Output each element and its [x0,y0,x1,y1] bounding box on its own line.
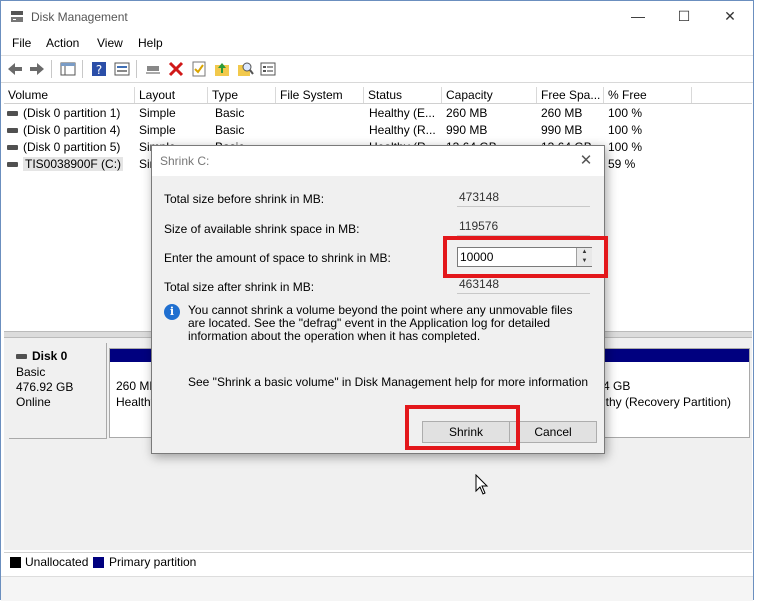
mouse-cursor-icon [475,474,489,495]
disk-status: Online [16,395,51,409]
volume-name: TIS0038900F (C:) [23,157,124,171]
info-message: You cannot shrink a volume beyond the po… [188,303,573,343]
volume-row[interactable]: (Disk 0 partition 4) Simple Basic Health… [4,122,752,139]
column-volume[interactable]: Volume [4,87,135,103]
partition-block[interactable]: 4 GB lthy (Recovery Partition) [584,348,750,438]
column-file-system[interactable]: File System [276,87,364,103]
forward-icon[interactable] [28,60,46,78]
volume-capacity: 990 MB [446,123,488,137]
folder-up-icon[interactable] [213,60,231,78]
available-shrink-label: Size of available shrink space in MB: [164,222,360,236]
svg-text:?: ? [96,63,102,77]
volume-name: (Disk 0 partition 4) [23,123,121,137]
list-view-icon[interactable] [113,60,131,78]
column-status[interactable]: Status [364,87,442,103]
delete-icon[interactable] [167,60,185,78]
minimize-button[interactable]: — [615,1,661,32]
window-title: Disk Management [31,10,128,24]
dialog-title-bar[interactable]: Shrink C: ✕ [152,146,604,176]
volume-type: Basic [215,123,245,137]
volume-percent-free: 59 % [608,157,636,171]
toolbar: ? [1,55,753,83]
legend: Unallocated Primary partition [4,552,752,573]
properties-grid-icon[interactable] [59,60,77,78]
drive-icon [7,162,18,168]
help-icon[interactable]: ? [90,60,108,78]
volume-percent-free: 100 % [608,123,643,137]
toolbar-separator [136,60,137,78]
drive-icon [7,111,18,117]
drive-icon [7,145,18,151]
column-free-space[interactable]: Free Spa... [537,87,604,103]
back-icon[interactable] [6,60,24,78]
volume-name: (Disk 0 partition 1) [23,106,121,120]
legend-primary-partition: Primary partition [109,555,197,569]
drive-icon [7,128,18,134]
menu-file[interactable]: File [12,36,31,50]
shrink-dialog: Shrink C: ✕ Total size before shrink in … [151,145,605,454]
menu-view[interactable]: View [97,36,123,50]
menu-action[interactable]: Action [46,36,79,50]
cancel-button[interactable]: Cancel [509,421,597,443]
available-shrink-value: 119576 [457,218,590,236]
column-percent-free[interactable]: % Free [604,87,692,103]
total-before-value: 473148 [457,189,590,207]
volume-list-header: Volume Layout Type File System Status Ca… [4,87,752,104]
dialog-close-icon[interactable]: ✕ [576,151,596,171]
dialog-title: Shrink C: [160,154,210,168]
highlight-box-shrink [405,405,520,450]
partition-status: lthy (Recovery Partition) [603,395,732,409]
help-link-text[interactable]: See "Shrink a basic volume" in Disk Mana… [188,375,588,389]
partition-type-bar [585,349,749,362]
volume-percent-free: 100 % [608,140,643,154]
unallocated-swatch [10,557,21,568]
search-icon[interactable] [236,60,254,78]
disk-size: 476.92 GB [16,380,74,394]
close-button[interactable]: ✕ [707,1,753,32]
menu-bar: File Action View Help [1,34,753,54]
shrink-amount-label: Enter the amount of space to shrink in M… [164,251,391,265]
partition-size: 4 GB [603,379,631,393]
total-after-value: 463148 [457,276,590,294]
volume-free-space: 990 MB [541,123,583,137]
volume-layout: Simple [139,106,176,120]
disk-type: Basic [16,365,46,379]
disk-management-icon [11,11,23,22]
info-icon: i [164,304,180,320]
settings-list-icon[interactable] [259,60,277,78]
legend-unallocated: Unallocated [25,555,89,569]
column-capacity[interactable]: Capacity [442,87,537,103]
volume-status: Healthy (E... [369,106,436,120]
connect-icon[interactable] [144,60,162,78]
total-after-label: Total size after shrink in MB: [164,280,315,294]
column-type[interactable]: Type [208,87,276,103]
highlight-box-amount [443,236,608,278]
maximize-button[interactable]: ☐ [661,1,707,32]
status-bar [1,576,753,601]
disk-name-row: Disk 0 [16,349,67,363]
drive-icon [16,354,27,360]
toolbar-separator [51,60,52,78]
volume-percent-free: 100 % [608,106,643,120]
disk-label[interactable]: Disk 0 Basic 476.92 GB Online [9,343,107,439]
menu-help[interactable]: Help [138,36,163,50]
disk-name: Disk 0 [32,349,68,363]
volume-capacity: 260 MB [446,106,488,120]
volume-row[interactable]: (Disk 0 partition 1) Simple Basic Health… [4,105,752,122]
volume-free-space: 260 MB [541,106,583,120]
volume-status: Healthy (R... [369,123,436,137]
primary-partition-swatch [93,557,104,568]
total-before-label: Total size before shrink in MB: [164,192,325,206]
toolbar-separator [82,60,83,78]
title-bar[interactable]: Disk Management — ☐ ✕ [1,1,753,33]
volume-name: (Disk 0 partition 5) [23,140,121,154]
column-layout[interactable]: Layout [135,87,208,103]
check-icon[interactable] [190,60,208,78]
volume-type: Basic [215,106,245,120]
volume-layout: Simple [139,123,176,137]
